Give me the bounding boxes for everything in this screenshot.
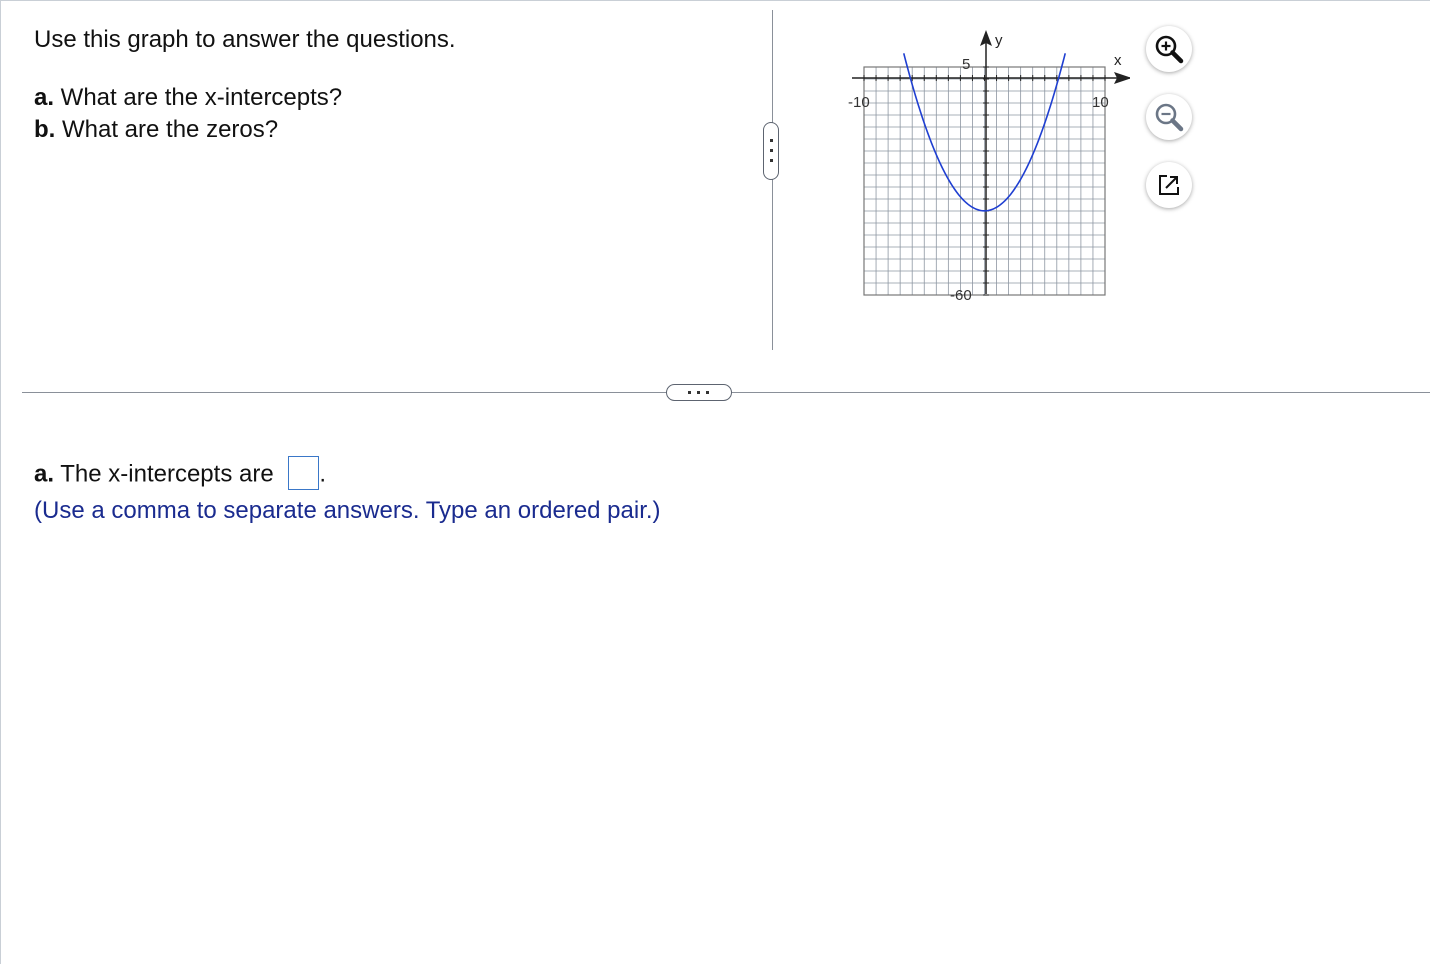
vertical-divider [772,10,773,350]
frame-top-border [0,0,1430,1]
x-max-label: 10 [1092,94,1109,111]
x-axis-label: x [1114,52,1122,69]
answer-label: a. [34,460,55,488]
popout-icon [1159,175,1179,195]
zoom-out-icon [1155,103,1184,132]
answer-text: The x-intercepts are [54,460,281,488]
vertical-resize-handle[interactable] [763,122,779,180]
part-b-label: b. [34,116,56,143]
answer-line: a. The x-intercepts are . [34,456,327,492]
zoom-in-button[interactable] [1146,26,1192,72]
y-min-label: -60 [950,287,972,304]
parabola-graph: y x -10 10 5 -60 [848,30,1130,304]
question-part-a: a. What are the x-intercepts? [34,84,342,112]
graph-grid [863,66,1106,296]
horizontal-resize-handle[interactable] [666,384,732,401]
question-intro: Use this graph to answer the questions. [34,26,456,53]
part-a-text: What are the x-intercepts? [54,84,343,111]
x-min-label: -10 [848,94,870,111]
frame-left-border [0,0,1,964]
popout-button[interactable] [1146,162,1192,208]
zoom-in-icon [1155,35,1184,64]
answer-hint: (Use a comma to separate answers. Type a… [34,497,661,524]
zoom-out-button[interactable] [1146,94,1192,140]
y-axis-label: y [995,32,1003,49]
x-intercepts-input[interactable] [288,456,320,490]
question-part-b: b. What are the zeros? [34,116,278,144]
part-a-label: a. [34,84,55,111]
part-b-text: What are the zeros? [55,116,279,143]
answer-suffix: . [319,460,327,488]
y-max-label: 5 [962,56,970,73]
